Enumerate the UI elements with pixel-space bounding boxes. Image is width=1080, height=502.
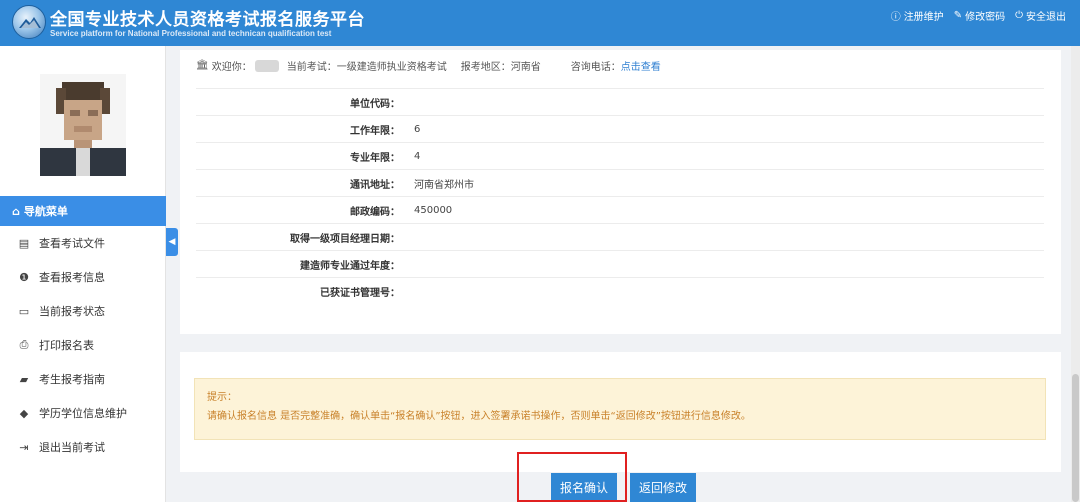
printer-icon: ⎙ [19, 338, 29, 351]
confirm-panel: 提示： 请确认报名信息 是否完整准确，确认单击“报名确认”按钮，进入签署承诺书操… [180, 352, 1061, 472]
sidebar-item-exit-exam[interactable]: ⇥ 退出当前考试 [0, 430, 166, 464]
form-value: 450000 [414, 204, 453, 216]
form-label: 通讯地址： [350, 179, 400, 191]
form-row: 单位代码： [196, 88, 1044, 115]
current-exam: 当前考试：一级建造师执业资格考试 [286, 62, 447, 73]
form-label: 已获证书管理号： [320, 287, 400, 299]
notice-box: 提示： 请确认报名信息 是否完整准确，确认单击“报名确认”按钮，进入签署承诺书操… [194, 378, 1046, 440]
form-row: 取得一级项目经理日期： [196, 223, 1044, 250]
welcome-text: 欢迎你： [211, 62, 252, 73]
scrollbar-thumb[interactable] [1072, 374, 1079, 502]
change-password-link[interactable]: ✎ 修改密码 [954, 8, 1005, 23]
scrollbar[interactable] [1071, 46, 1080, 502]
form-rows: 单位代码： 工作年限： 6 专业年限： 4 通讯地址： 河南省郑州市 邮政编码：… [196, 88, 1044, 304]
region: 报考地区：河南省 [460, 62, 541, 73]
info-icon: ⓘ [890, 12, 901, 23]
platform-subtitle: Service platform for National Profession… [50, 29, 332, 38]
sidebar-item-label: 查看报考信息 [39, 271, 105, 284]
power-icon: ⏻ [1015, 10, 1023, 21]
confirm-registration-button[interactable]: 报名确认 [551, 473, 617, 502]
sign-out-icon: ⇥ [19, 440, 29, 454]
logout-link[interactable]: ⏻ 安全退出 [1015, 8, 1066, 23]
sidebar-item-label: 当前报考状态 [39, 305, 105, 318]
sidebar-item-label: 考生报考指南 [39, 373, 105, 386]
form-label: 取得一级项目经理日期： [290, 233, 400, 245]
platform-title: 全国专业技术人员资格考试报名服务平台 [50, 10, 365, 30]
form-row: 建造师专业通过年度： [196, 250, 1044, 277]
sidebar-item-label: 退出当前考试 [39, 441, 105, 454]
change-password-label: 修改密码 [965, 12, 1006, 23]
form-label: 邮政编码： [350, 206, 400, 218]
nav-menu-header: ⌂ 导航菜单 [0, 196, 166, 226]
register-maintain-link[interactable]: ⓘ 注册维护 [891, 8, 944, 23]
form-value: 6 [414, 123, 421, 135]
register-maintain-label: 注册维护 [903, 12, 944, 23]
sidebar-item-exam-files[interactable]: ▤ 查看考试文件 [0, 226, 166, 260]
form-label: 专业年限： [350, 152, 400, 164]
sidebar-item-guide[interactable]: ▰ 考生报考指南 [0, 362, 166, 396]
platform-logo [12, 5, 46, 39]
form-row: 工作年限： 6 [196, 115, 1044, 142]
sidebar-item-label: 学历学位信息维护 [39, 407, 127, 420]
nav-menu-title: 导航菜单 [23, 205, 68, 218]
sidebar-item-label: 查看考试文件 [39, 237, 105, 250]
sidebar-item-registration-info[interactable]: ❶ 查看报考信息 [0, 260, 166, 294]
edit-icon: ✎ [953, 10, 963, 21]
form-value: 河南省郑州市 [414, 179, 474, 191]
book-icon: ▰ [19, 372, 29, 386]
nav-list: ▤ 查看考试文件 ❶ 查看报考信息 ▭ 当前报考状态 ⎙ 打印报名表 ▰ 考生报… [0, 226, 166, 464]
sidebar-item-registration-status[interactable]: ▭ 当前报考状态 [0, 294, 166, 328]
sidebar: ⌂ 导航菜单 ▤ 查看考试文件 ❶ 查看报考信息 ▭ 当前报考状态 ⎙ 打印报名… [0, 46, 166, 502]
form-row: 专业年限： 4 [196, 142, 1044, 169]
notice-title: 提示： [207, 392, 237, 403]
document-icon: ▤ [18, 236, 30, 250]
info-circle-icon: ❶ [19, 270, 29, 284]
chevron-left-icon: ◀ [168, 237, 176, 247]
notice-text: 请确认报名信息 是否完整准确，确认单击“报名确认”按钮，进入签署承诺书操作，否则… [207, 411, 751, 422]
sidebar-item-degree-info[interactable]: ◆ 学历学位信息维护 [0, 396, 166, 430]
graduation-cap-icon: ◆ [19, 406, 29, 420]
registration-info-panel: 🏛 欢迎你： 当前考试：一级建造师执业资格考试 报考地区：河南省 咨询电话： 点… [180, 50, 1061, 334]
form-row: 邮政编码： 450000 [196, 196, 1044, 223]
back-to-edit-button[interactable]: 返回修改 [630, 473, 696, 502]
avatar [40, 74, 126, 176]
home-icon: ⌂ [12, 204, 20, 218]
top-header: 全国专业技术人员资格考试报名服务平台 Service platform for … [0, 0, 1080, 46]
sidebar-item-label: 打印报名表 [39, 339, 94, 352]
consult-phone-label: 咨询电话： [570, 62, 621, 73]
form-label: 工作年限： [350, 125, 400, 137]
logout-label: 安全退出 [1026, 12, 1066, 23]
monitor-icon: ▭ [18, 304, 30, 318]
sidebar-item-print-form[interactable]: ⎙ 打印报名表 [0, 328, 166, 362]
user-name-redacted [254, 59, 279, 72]
form-label: 单位代码： [350, 98, 400, 110]
header-links: ⓘ 注册维护 ✎ 修改密码 ⏻ 安全退出 [891, 8, 1066, 23]
consult-phone-link[interactable]: 点击查看 [621, 58, 661, 73]
sidebar-collapse-toggle[interactable]: ◀ [166, 228, 178, 256]
form-label: 建造师专业通过年度： [300, 260, 400, 272]
logo-mountain-icon [19, 17, 41, 28]
form-row: 已获证书管理号： [196, 277, 1044, 304]
form-value: 4 [414, 150, 421, 162]
form-row: 通讯地址： 河南省郑州市 [196, 169, 1044, 196]
info-bar: 🏛 欢迎你： 当前考试：一级建造师执业资格考试 报考地区：河南省 咨询电话： 点… [196, 58, 661, 73]
bank-icon: 🏛 [196, 60, 209, 71]
